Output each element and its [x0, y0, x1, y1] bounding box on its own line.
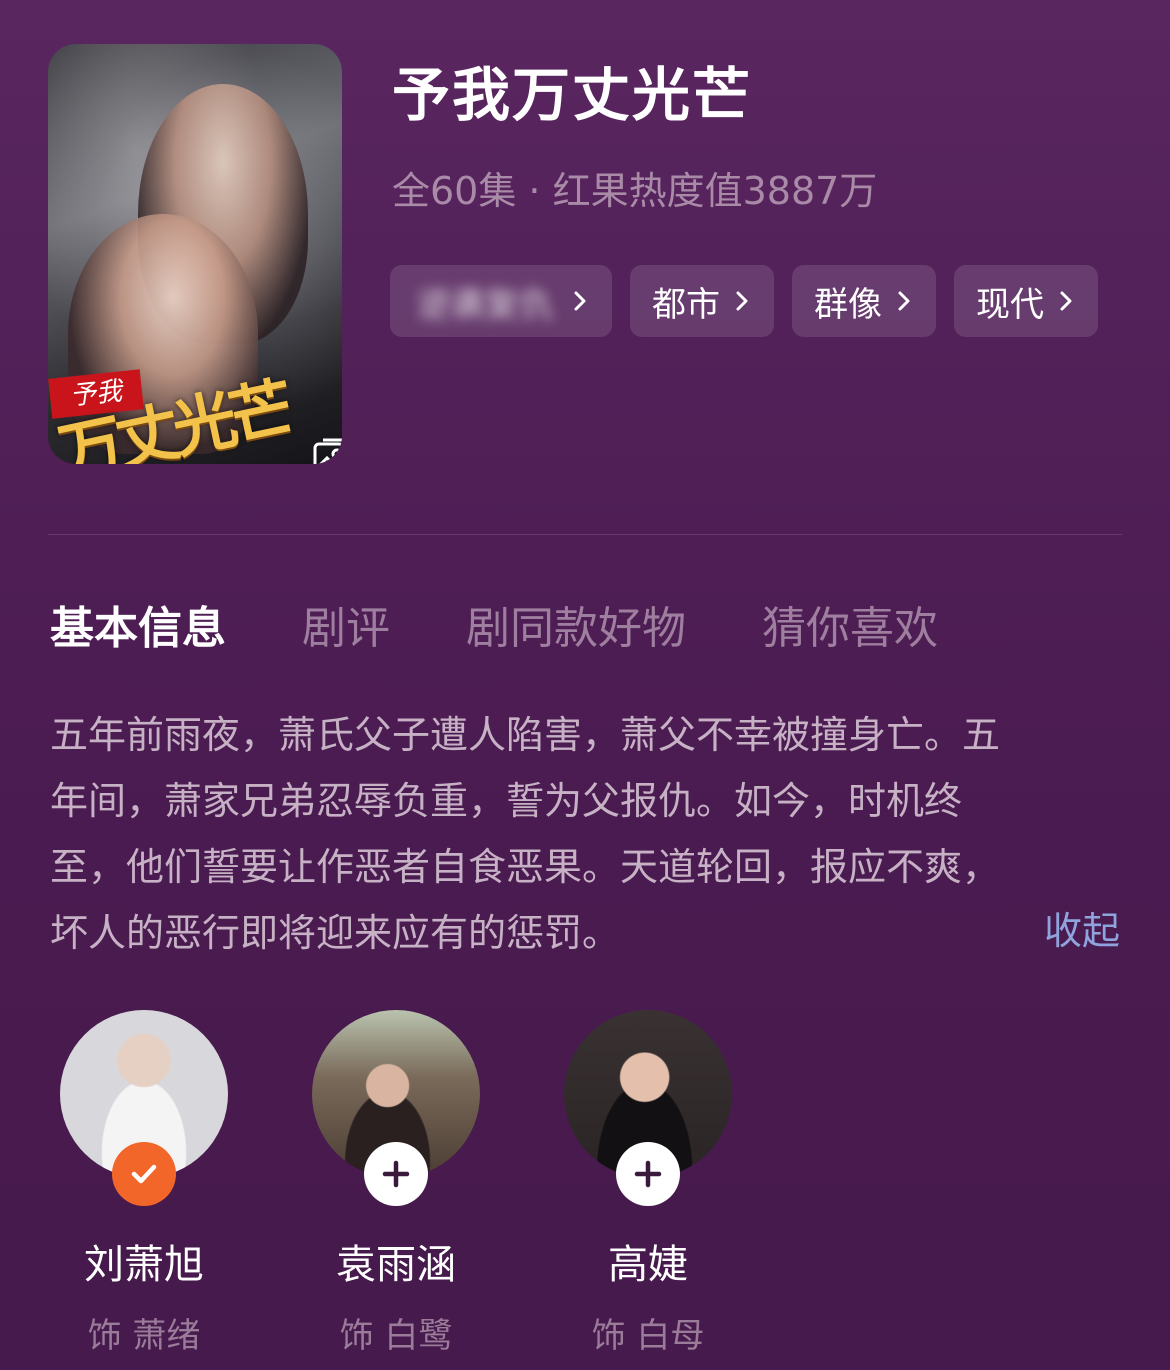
synopsis-line: 五年前雨夜，萧氏父子遭人陷害，萧父不幸被撞身亡。五	[50, 713, 1001, 757]
detail-tabs: 基本信息 剧评 剧同款好物 猜你喜欢	[50, 592, 938, 656]
drama-poster[interactable]: 予我 万丈光芒	[48, 44, 342, 464]
follow-button[interactable]	[616, 1142, 680, 1206]
chevron-right-icon	[574, 291, 586, 311]
synopsis-line: 年间，萧家兄弟忍辱负重，誓为父报仇。如今，时机终	[50, 779, 963, 823]
tag-label: 现代	[976, 284, 1044, 325]
plus-icon	[634, 1160, 662, 1188]
tag-list: 逆袭复仇 都市 群像 现代	[390, 265, 1098, 337]
check-icon	[131, 1164, 157, 1184]
drama-meta: 全60集 · 红果热度值3887万	[392, 169, 878, 213]
tab-recommendations[interactable]: 猜你喜欢	[762, 592, 938, 656]
section-divider	[48, 534, 1122, 535]
cast-card[interactable]: 高婕 饰 白母	[564, 1010, 732, 1357]
chevron-right-icon	[1060, 291, 1072, 311]
tag-chip[interactable]: 逆袭复仇	[390, 265, 612, 337]
view-gallery-icon[interactable]	[311, 434, 342, 464]
actor-name: 袁雨涵	[336, 1242, 456, 1288]
plus-icon	[382, 1160, 410, 1188]
chevron-right-icon	[736, 291, 748, 311]
followed-badge[interactable]	[112, 1142, 176, 1206]
tag-chip[interactable]: 现代	[954, 265, 1098, 337]
cast-list: 刘萧旭 饰 萧绪 袁雨涵 饰 白鹭 高婕 饰 白母	[60, 1010, 732, 1357]
tab-basic-info[interactable]: 基本信息	[50, 592, 226, 656]
drama-title: 予我万丈光芒	[392, 61, 753, 129]
follow-button[interactable]	[364, 1142, 428, 1206]
tag-chip[interactable]: 群像	[792, 265, 936, 337]
tag-label: 都市	[652, 284, 720, 325]
tag-label: 群像	[814, 284, 882, 325]
cast-card[interactable]: 袁雨涵 饰 白鹭	[312, 1010, 480, 1357]
tab-reviews[interactable]: 剧评	[302, 592, 390, 656]
actor-role: 饰 白鹭	[339, 1316, 453, 1356]
actor-name: 高婕	[608, 1242, 688, 1288]
chevron-right-icon	[898, 291, 910, 311]
tab-related-products[interactable]: 剧同款好物	[466, 592, 686, 656]
synopsis-text: 五年前雨夜，萧氏父子遭人陷害，萧父不幸被撞身亡。五 年间，萧家兄弟忍辱负重，誓为…	[50, 702, 1120, 966]
actor-role: 饰 萧绪	[87, 1316, 201, 1356]
actor-name: 刘萧旭	[84, 1242, 204, 1288]
synopsis-line: 坏人的恶行即将迎来应有的惩罚。	[50, 911, 621, 955]
actor-role: 饰 白母	[591, 1316, 705, 1356]
collapse-button[interactable]: 收起	[1044, 900, 1120, 955]
tag-label: 逆袭复仇	[417, 284, 553, 325]
cast-card[interactable]: 刘萧旭 饰 萧绪	[60, 1010, 228, 1357]
synopsis-line: 至，他们誓要让作恶者自食恶果。天道轮回，报应不爽，	[50, 845, 1001, 889]
tag-chip[interactable]: 都市	[630, 265, 774, 337]
